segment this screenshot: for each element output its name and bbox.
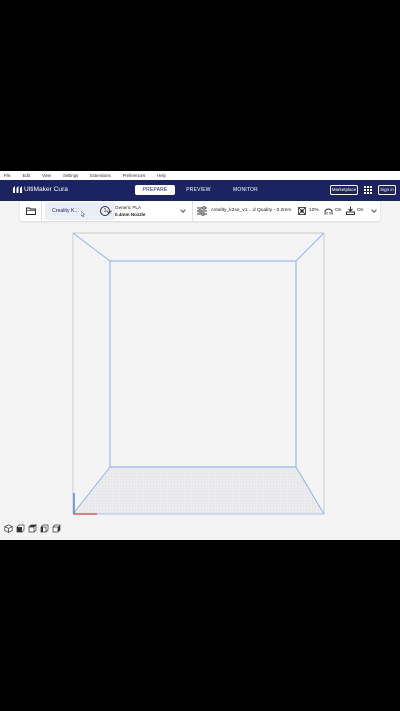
ultimaker-logo-icon — [13, 186, 22, 193]
view-top-icon[interactable] — [28, 524, 37, 533]
tab-monitor[interactable]: MONITOR — [222, 185, 269, 195]
printer-name: Creality K... — [52, 208, 79, 214]
sliders-icon — [197, 206, 207, 216]
menu-extensions[interactable]: Extensions — [90, 171, 110, 180]
view-right-icon[interactable] — [52, 524, 61, 533]
material-selector[interactable]: 1 Generic PLA 0.4mm Nozzle — [98, 201, 188, 221]
menu-settings[interactable]: Settings — [63, 171, 78, 180]
folder-icon — [26, 207, 36, 215]
menu-view[interactable]: View — [42, 171, 51, 180]
material-name: Generic PLA — [115, 205, 142, 210]
menu-help[interactable]: Help — [157, 171, 166, 180]
stage-tabs: PREPARE PREVIEW MONITOR — [135, 185, 269, 195]
cursor-icon — [81, 211, 85, 217]
profile-name: creality_k2se_v1 ...d Quality - 0.2mm — [211, 208, 292, 213]
cura-window: File Edit View Settings Extensions Prefe… — [0, 171, 400, 540]
infill-value: 10% — [309, 208, 319, 213]
nozzle-size: 0.4mm Nozzle — [115, 211, 146, 217]
3d-viewport[interactable] — [0, 221, 400, 540]
extruder-badge: 1 — [100, 206, 110, 216]
app-header: UltiMaker Cura PREPARE PREVIEW MONITOR M… — [0, 180, 400, 201]
camera-view-buttons — [4, 524, 61, 533]
build-volume — [72, 232, 325, 515]
app-title: UltiMaker Cura — [24, 186, 68, 193]
menu-bar: File Edit View Settings Extensions Prefe… — [0, 171, 400, 180]
infill-icon — [298, 207, 306, 215]
menu-preferences[interactable]: Preferences — [123, 171, 146, 180]
support-icon — [324, 208, 333, 215]
sign-in-button[interactable]: Sign in — [378, 185, 396, 195]
tab-prepare[interactable]: PREPARE — [135, 185, 175, 195]
adhesion-icon — [346, 206, 355, 215]
support-value: On — [335, 208, 342, 213]
view-3d-icon[interactable] — [4, 524, 13, 533]
adhesion-value: On — [357, 208, 364, 213]
chevron-down-icon — [371, 207, 377, 213]
open-file-button[interactable] — [20, 201, 42, 221]
tab-preview[interactable]: PREVIEW — [175, 185, 222, 195]
marketplace-button[interactable]: Marketplace — [330, 185, 358, 195]
app-logo: UltiMaker Cura — [13, 186, 68, 193]
menu-edit[interactable]: Edit — [23, 171, 30, 180]
view-front-icon[interactable] — [16, 524, 25, 533]
print-setup-toolbar: Creality K... 1 Generic PLA 0.4mm Nozzle… — [20, 201, 380, 221]
menu-file[interactable]: File — [4, 171, 11, 180]
apps-grid-icon[interactable] — [364, 186, 372, 194]
view-left-icon[interactable] — [40, 524, 49, 533]
print-settings-selector[interactable]: creality_k2se_v1 ...d Quality - 0.2mm 10… — [192, 201, 380, 221]
